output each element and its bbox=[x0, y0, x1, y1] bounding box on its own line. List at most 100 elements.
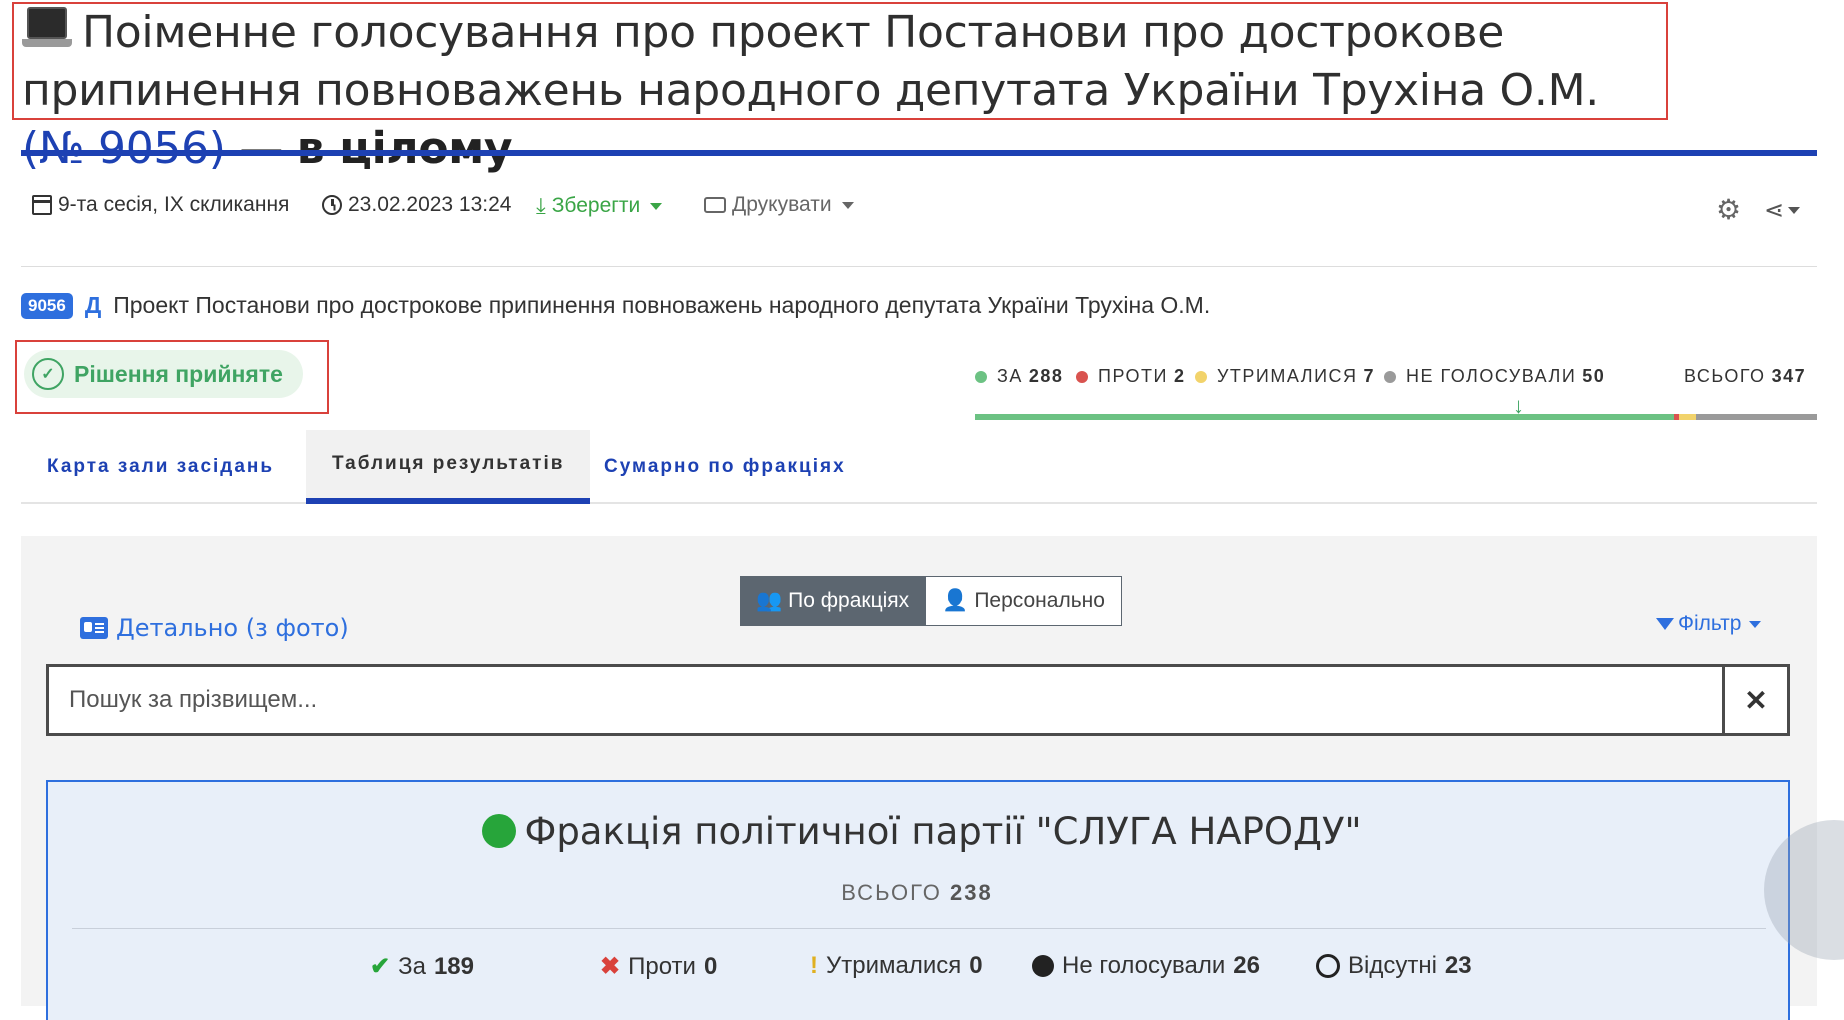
faction-stat-novote[interactable]: Не голосували 26 bbox=[1032, 952, 1260, 980]
print-label: Друкувати bbox=[732, 193, 832, 216]
filter-icon bbox=[1656, 618, 1674, 630]
faction-abstain-label: Утрималися bbox=[826, 952, 962, 979]
faction-color-dot-icon bbox=[482, 814, 517, 848]
faction-stat-absent[interactable]: Відсутні 23 bbox=[1316, 952, 1472, 980]
tally-total: ВСЬОГО 347 bbox=[1684, 366, 1806, 387]
faction-name: Фракція політичної партії "СЛУГА НАРОДУ" bbox=[524, 810, 1362, 853]
faction-absent-label: Відсутні bbox=[1348, 952, 1437, 979]
tally-for-label: ЗА bbox=[997, 366, 1023, 386]
tab-hall-map[interactable]: Карта зали засідань bbox=[21, 430, 300, 504]
id-card-icon bbox=[80, 617, 108, 639]
abstain-dot-icon bbox=[1195, 370, 1207, 383]
bill-name: Проект Постанови про дострокове припинен… bbox=[113, 292, 1211, 318]
tally-for: ЗА 288 bbox=[975, 366, 1063, 387]
settings-gear-icon[interactable]: ⚙ bbox=[1716, 193, 1741, 226]
check-icon: ✔ bbox=[370, 953, 391, 980]
tally-for-value: 288 bbox=[1028, 366, 1064, 386]
tally-abstain-value: 7 bbox=[1363, 366, 1376, 386]
cross-icon: ✖ bbox=[600, 953, 621, 980]
exclamation-icon: ! bbox=[810, 952, 818, 979]
decision-status-badge: ✓ Рішення прийняте bbox=[24, 350, 303, 398]
tally-novote: НЕ ГОЛОСУВАЛИ 50 bbox=[1384, 366, 1605, 387]
faction-against-label: Проти bbox=[628, 952, 696, 980]
against-dot-icon bbox=[1076, 370, 1088, 383]
faction-stat-for[interactable]: ✔ За 189 bbox=[370, 952, 474, 981]
faction-for-value: 189 bbox=[433, 952, 474, 980]
caret-down-icon bbox=[1749, 620, 1762, 628]
tab-results-table[interactable]: Таблиця результатів bbox=[306, 430, 591, 504]
tally-against-value: 2 bbox=[1173, 366, 1186, 386]
faction-for-label: За bbox=[398, 952, 426, 980]
print-icon bbox=[704, 197, 726, 213]
users-icon: 👥 bbox=[756, 589, 783, 612]
bill-number-link[interactable]: (№ 9056) bbox=[22, 123, 226, 174]
empty-circle-icon bbox=[1316, 954, 1340, 978]
tally-against-label: ПРОТИ bbox=[1098, 366, 1168, 386]
faction-title: Фракція політичної партії "СЛУГА НАРОДУ" bbox=[0, 810, 1844, 853]
filter-label: Фільтр bbox=[1678, 612, 1742, 635]
faction-divider bbox=[72, 928, 1766, 929]
caret-down-icon bbox=[650, 202, 663, 210]
decision-label: Рішення прийняте bbox=[74, 360, 283, 387]
faction-against-value: 0 bbox=[703, 952, 718, 980]
header-divider bbox=[21, 150, 1817, 156]
bill-type-letter: Д bbox=[84, 292, 102, 318]
session-text: 9-та сесія, IX скликання bbox=[58, 193, 290, 216]
by-faction-button[interactable]: 👥 По фракціях bbox=[740, 576, 926, 626]
filled-circle-icon bbox=[1032, 955, 1054, 977]
save-dropdown[interactable]: ⤓ Зберегти bbox=[536, 193, 663, 219]
faction-stat-abstain[interactable]: ! Утрималися 0 bbox=[810, 952, 983, 980]
vote-distribution-bar bbox=[975, 414, 1817, 420]
faction-total-value: 238 bbox=[950, 880, 993, 905]
view-toggle: 👥 По фракціях 👤 Персонально bbox=[740, 576, 1122, 626]
caret-down-icon bbox=[1788, 207, 1801, 214]
title-text: Поіменне голосування про проект Постанов… bbox=[22, 7, 1599, 116]
for-dot-icon bbox=[975, 370, 987, 383]
tally-total-value: 347 bbox=[1771, 366, 1807, 386]
tally-against: ПРОТИ 2 bbox=[1076, 366, 1186, 387]
filter-dropdown[interactable]: Фільтр bbox=[1656, 612, 1762, 636]
print-dropdown[interactable]: Друкувати bbox=[704, 193, 854, 217]
bar-segment-for bbox=[975, 414, 1674, 420]
meta-divider bbox=[21, 266, 1817, 267]
caret-down-icon bbox=[841, 201, 854, 209]
bill-line: 9056 Д Проект Постанови про дострокове п… bbox=[21, 292, 1210, 319]
bar-segment-abstain bbox=[1678, 414, 1696, 420]
detail-link-label: Детально (з фото) bbox=[116, 614, 349, 642]
faction-total: ВСЬОГО 238 bbox=[0, 880, 1834, 906]
tally-novote-value: 50 bbox=[1582, 366, 1606, 386]
faction-novote-value: 26 bbox=[1233, 952, 1260, 979]
novote-dot-icon bbox=[1384, 370, 1396, 383]
tally-novote-label: НЕ ГОЛОСУВАЛИ bbox=[1406, 366, 1577, 386]
tab-faction-summary[interactable]: Сумарно по фракціях bbox=[578, 430, 872, 504]
bill-number-badge[interactable]: 9056 bbox=[21, 292, 73, 319]
surname-search-input[interactable] bbox=[49, 667, 1722, 733]
check-circle-icon: ✓ bbox=[32, 358, 64, 390]
faction-abstain-value: 0 bbox=[969, 952, 983, 979]
personal-button[interactable]: 👤 Персонально bbox=[925, 576, 1122, 626]
clear-search-button[interactable]: ✕ bbox=[1722, 667, 1787, 733]
tally-abstain: УТРИМАЛИСЯ 7 bbox=[1195, 366, 1375, 387]
faction-stat-against[interactable]: ✖ Проти 0 bbox=[600, 952, 717, 981]
title-suffix: в цілому bbox=[296, 123, 513, 174]
calendar-icon bbox=[32, 195, 52, 215]
personal-label: Персонально bbox=[974, 589, 1105, 612]
clock-icon bbox=[322, 195, 342, 215]
share-icon: ⋖ bbox=[1764, 197, 1785, 224]
session-info: 9-та сесія, IX скликання bbox=[32, 193, 289, 217]
by-faction-label: По фракціях bbox=[788, 589, 910, 612]
bar-segment-novote bbox=[1695, 414, 1817, 420]
laptop-icon bbox=[22, 7, 72, 51]
search-box: ✕ bbox=[46, 664, 1790, 736]
faction-absent-value: 23 bbox=[1444, 952, 1472, 979]
user-icon: 👤 bbox=[942, 589, 969, 612]
tally-abstain-label: УТРИМАЛИСЯ bbox=[1217, 366, 1358, 386]
tally-total-label: ВСЬОГО bbox=[1684, 366, 1766, 386]
datetime-info: 23.02.2023 13:24 bbox=[322, 193, 512, 217]
faction-total-label: ВСЬОГО bbox=[841, 880, 942, 905]
detail-with-photo-link[interactable]: Детально (з фото) bbox=[80, 614, 349, 642]
share-dropdown[interactable]: ⋖ bbox=[1764, 196, 1801, 225]
download-icon: ⤓ bbox=[536, 193, 546, 218]
faction-novote-label: Не голосували bbox=[1062, 952, 1226, 979]
title-dash: — bbox=[225, 123, 297, 174]
